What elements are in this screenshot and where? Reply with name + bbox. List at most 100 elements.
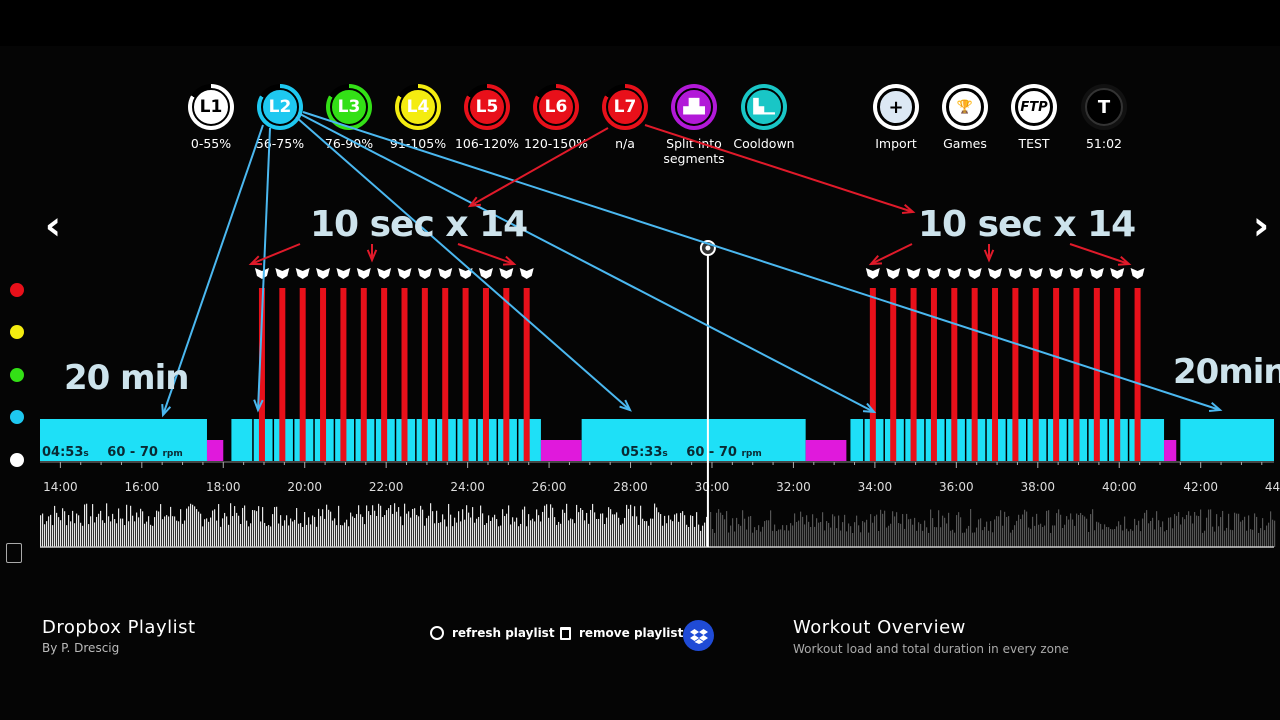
waveform-bar [1234, 512, 1236, 547]
waveform-bar [590, 509, 592, 547]
waveform-bar [718, 509, 720, 547]
waveform-bar [632, 516, 634, 547]
waveform-bar [566, 503, 568, 547]
dropbox-icon[interactable] [683, 620, 714, 651]
waveform-bar [1140, 531, 1142, 547]
waveform-bar [1218, 526, 1220, 547]
waveform-bar [686, 524, 688, 547]
waveform-bar [68, 515, 70, 547]
waveform-bar [528, 514, 530, 547]
tick-label: 42:00 [1183, 480, 1218, 494]
waveform-bar [222, 518, 224, 547]
waveform-bar [158, 511, 160, 547]
playlist-author: By P. Drescig [42, 641, 120, 655]
waveform-bar [692, 515, 694, 547]
waveform-bar [1202, 532, 1204, 547]
waveform-bar [518, 526, 520, 547]
sprint-marker-icon [254, 268, 269, 279]
waveform-bar [846, 531, 848, 547]
waveform-bar [358, 505, 360, 547]
waveform-bar [82, 525, 84, 547]
waveform-bar [1274, 520, 1276, 547]
waveform-bar [588, 523, 590, 547]
sprint-marker-icon [865, 268, 880, 279]
waveform-bar [1038, 524, 1040, 547]
waveform-bar [978, 519, 980, 547]
waveform-bar [678, 521, 680, 547]
waveform-bar [570, 518, 572, 547]
waveform-bar [786, 525, 788, 547]
waveform-bar [1076, 513, 1078, 547]
overview-title: Workout Overview [793, 617, 966, 638]
sprint-marker-icon [478, 268, 493, 279]
waveform-bar [128, 521, 130, 547]
waveform-bar [908, 519, 910, 547]
waveform-bar [148, 516, 150, 547]
waveform-bar [348, 526, 350, 547]
waveform-bar [404, 503, 406, 547]
waveform-bar [1058, 509, 1060, 547]
waveform-bar [688, 526, 690, 547]
waveform-bar [1062, 527, 1064, 547]
waveform-bar [86, 503, 88, 547]
waveform-bar [476, 518, 478, 547]
waveform-bar [990, 521, 992, 547]
waveform-bar [1226, 527, 1228, 547]
tick-label: 38:00 [1020, 480, 1055, 494]
waveform-bar [482, 513, 484, 547]
waveform-bar [286, 515, 288, 547]
waveform-bar [998, 516, 1000, 547]
tick-label: 24:00 [450, 480, 485, 494]
waveform-bar [248, 526, 250, 547]
remove-playlist-button[interactable]: remove playlist [560, 626, 683, 640]
annotation-arrow-red [250, 243, 301, 265]
waveform-bar [514, 521, 516, 547]
waveform-bar [794, 513, 796, 547]
sprint-bar [930, 288, 937, 461]
waveform-bar [40, 515, 42, 547]
waveform-bar [180, 509, 182, 547]
sprint-bar [1012, 288, 1019, 461]
waveform-bar [398, 507, 400, 547]
waveform-bar [878, 530, 880, 547]
waveform-bar [166, 515, 168, 547]
waveform-bar [350, 512, 352, 547]
waveform-bar [614, 514, 616, 547]
waveform-bar [462, 509, 464, 547]
waveform-bar [980, 518, 982, 547]
waveform-bar [1210, 509, 1212, 547]
waveform-bar [840, 530, 842, 547]
waveform-bar [1224, 530, 1226, 547]
waveform-bar [1110, 529, 1112, 547]
waveform-bar [392, 513, 394, 547]
sprint-bar [401, 288, 408, 461]
waveform-bar [764, 521, 766, 547]
waveform-bar [558, 521, 560, 547]
waveform-bar [890, 523, 892, 547]
waveform-bar [354, 517, 356, 547]
waveform-bar [150, 524, 152, 547]
waveform-bar [610, 509, 612, 547]
waveform-bar [538, 515, 540, 547]
waveform-bar [1078, 514, 1080, 547]
waveform-bar [1272, 519, 1274, 547]
waveform-bar [366, 505, 368, 547]
waveform-bar [1198, 516, 1200, 547]
tick-label: 30:00 [695, 480, 730, 494]
waveform-bar [972, 532, 974, 547]
waveform-bar [196, 509, 198, 547]
waveform-bar [1250, 529, 1252, 547]
waveform-bar [744, 518, 746, 547]
waveform-bar [522, 509, 524, 547]
waveform-bar [1112, 529, 1114, 547]
waveform-bar [922, 530, 924, 547]
waveform-bar [742, 510, 744, 547]
waveform-bar [1156, 511, 1158, 547]
refresh-playlist-button[interactable]: refresh playlist [430, 626, 555, 640]
waveform-bar [384, 515, 386, 547]
waveform-bar [604, 524, 606, 547]
annotation-left-interval: 10 sec x 14 [310, 204, 528, 245]
waveform-bar [572, 519, 574, 547]
segment-rpm: 60 - 70 [686, 445, 737, 460]
waveform-bar [192, 504, 194, 547]
